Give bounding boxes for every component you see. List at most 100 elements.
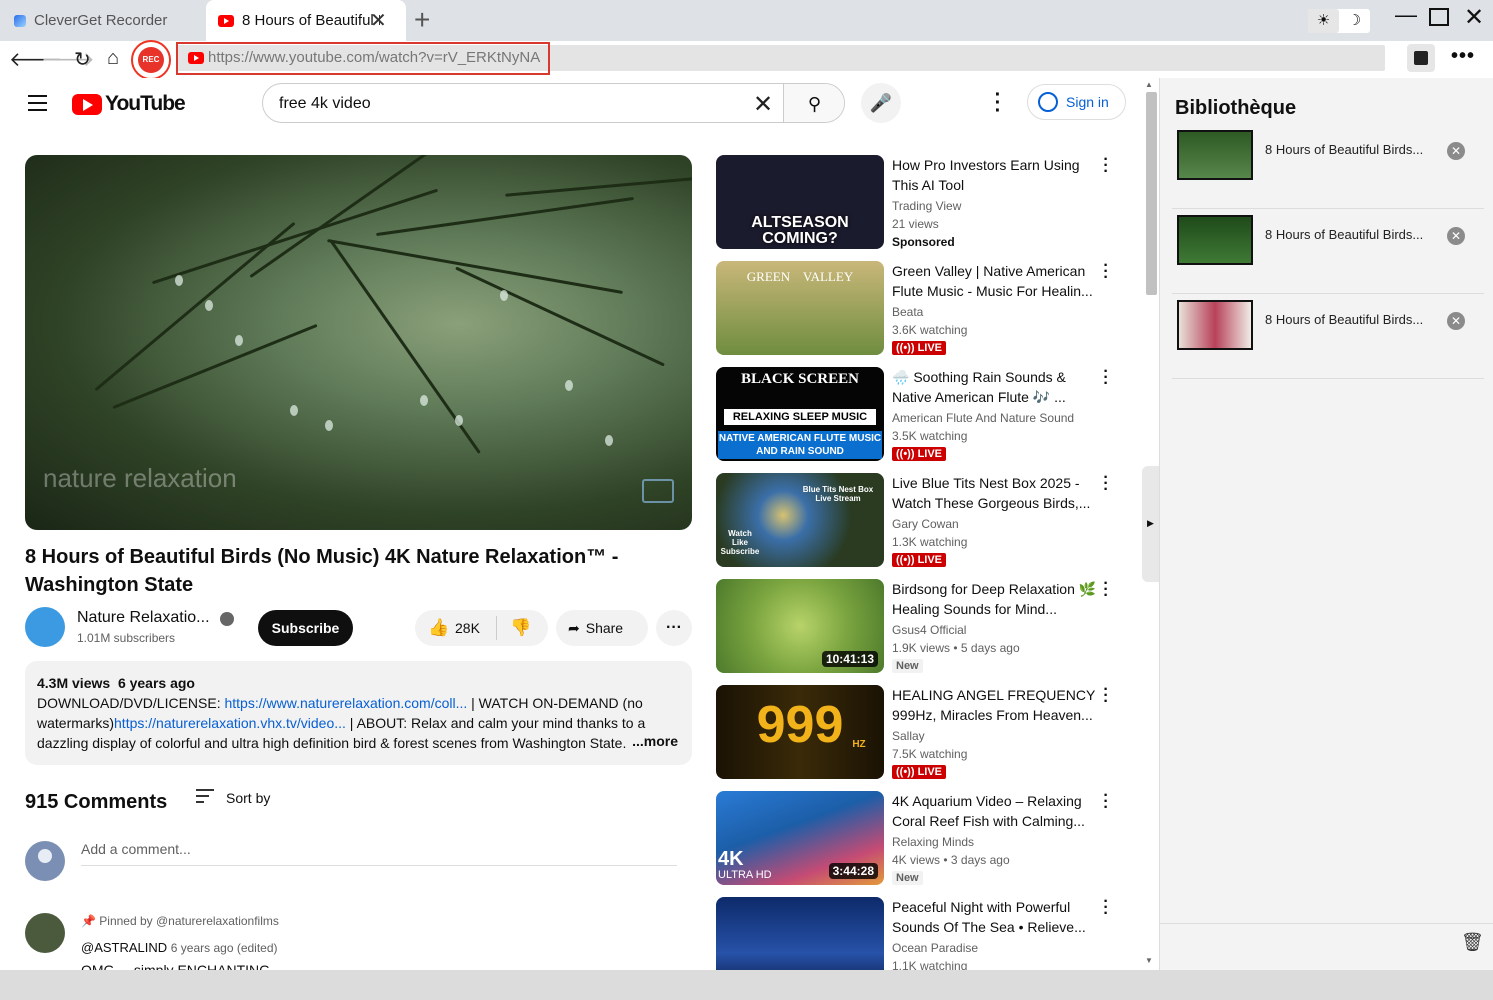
recommendation-item[interactable]: Peaceful Night with Powerful Sounds Of T… [716, 894, 1116, 970]
settings-dots-icon[interactable]: · · · [992, 85, 1004, 121]
search-box[interactable]: free 4k video ✕ ⚲ [262, 83, 845, 123]
recommendation-item[interactable]: 10:41:13 Birdsong for Deep Relaxation 🌿 … [716, 576, 1116, 675]
search-input[interactable]: free 4k video [279, 95, 371, 113]
recommendation-channel[interactable]: Gsus4 Official [892, 623, 966, 637]
like-icon[interactable]: 👍 [428, 618, 449, 638]
search-icon[interactable]: ⚲ [783, 84, 844, 122]
recommendation-item[interactable]: BLACK SCREEN RELAXING SLEEP MUSIC NATIVE… [716, 364, 1116, 463]
description-box[interactable]: 4.3M views 6 years ago DOWNLOAD/DVD/LICE… [25, 661, 692, 765]
recommendation-channel[interactable]: Beata [892, 305, 923, 319]
recommendation-title[interactable]: 4K Aquarium Video – Relaxing Coral Reef … [892, 791, 1097, 831]
library-item-title[interactable]: 8 Hours of Beautiful Birds... [1265, 227, 1423, 242]
library-item[interactable]: 8 Hours of Beautiful Birds... ✕ [1172, 294, 1484, 379]
recommendation-title[interactable]: HEALING ANGEL FREQUENCY 999Hz, Miracles … [892, 685, 1097, 725]
more-menu-icon[interactable]: ••• [1451, 45, 1475, 68]
more-icon[interactable]: · · · [1101, 258, 1111, 286]
sign-in-button[interactable]: Sign in [1027, 84, 1126, 120]
video-thumbnail[interactable]: 4K ULTRA HD 3:44:28 [716, 791, 884, 885]
desc-link-store[interactable]: https://www.naturerelaxation.com/coll... [224, 695, 467, 711]
show-more-link[interactable]: ...more [627, 731, 678, 751]
recommendation-item[interactable]: GREEN VALLEY Green Valley | Native Ameri… [716, 258, 1116, 357]
video-thumbnail[interactable]: Blue Tits Nest Box Live Stream Watch Lik… [716, 473, 884, 567]
video-thumbnail[interactable]: 10:41:13 [716, 579, 884, 673]
like-count[interactable]: 28K [455, 620, 480, 636]
more-icon[interactable]: · · · [1101, 682, 1111, 710]
home-icon[interactable]: ⌂ [107, 47, 119, 70]
video-player[interactable]: nature relaxation [25, 155, 692, 530]
desc-link-vhx[interactable]: https://naturerelaxation.vhx.tv/video... [114, 715, 346, 731]
remove-item-icon[interactable]: ✕ [1447, 312, 1465, 330]
library-item-thumbnail[interactable] [1177, 130, 1253, 180]
clear-search-icon[interactable]: ✕ [753, 90, 773, 119]
more-actions-icon[interactable]: ··· [656, 610, 692, 646]
dislike-icon[interactable]: 👎 [510, 618, 531, 638]
scroll-down-icon[interactable]: ▼ [1145, 956, 1153, 965]
recommendation-item[interactable]: ALTSEASON COMING? How Pro Investors Earn… [716, 152, 1116, 251]
comment-author[interactable]: @ASTRALIND 6 years ago (edited) [81, 940, 278, 955]
more-icon[interactable]: · · · [1101, 788, 1111, 816]
record-button[interactable]: REC [138, 47, 164, 73]
remove-item-icon[interactable]: ✕ [1447, 227, 1465, 245]
subscribe-button[interactable]: Subscribe [258, 610, 353, 646]
recommendation-title[interactable]: Green Valley | Native American Flute Mus… [892, 261, 1097, 301]
video-thumbnail[interactable]: BLACK SCREEN RELAXING SLEEP MUSIC NATIVE… [716, 367, 884, 461]
hamburger-menu-icon[interactable] [28, 95, 47, 116]
more-icon[interactable]: · · · [1101, 364, 1111, 392]
recommendation-title[interactable]: Peaceful Night with Powerful Sounds Of T… [892, 897, 1097, 937]
video-thumbnail[interactable]: 999 HZ [716, 685, 884, 779]
water-drop [175, 275, 183, 286]
reload-icon[interactable]: ↻ [74, 47, 91, 72]
recommendation-title[interactable]: Birdsong for Deep Relaxation 🌿 Healing S… [892, 579, 1097, 619]
video-thumbnail[interactable]: GREEN VALLEY [716, 261, 884, 355]
recommendation-channel[interactable]: Sallay [892, 729, 925, 743]
library-item-title[interactable]: 8 Hours of Beautiful Birds... [1265, 142, 1423, 157]
author-handle[interactable]: @ASTRALIND [81, 940, 167, 955]
maximize-icon[interactable] [1429, 8, 1449, 26]
tab-cleverget-recorder[interactable]: CleverGet Recorder [0, 0, 205, 41]
more-icon[interactable]: · · · [1101, 470, 1111, 498]
video-thumbnail[interactable]: ALTSEASON COMING? [716, 155, 884, 249]
library-item-thumbnail[interactable] [1177, 215, 1253, 265]
video-thumbnail[interactable] [716, 897, 884, 970]
library-item-title[interactable]: 8 Hours of Beautiful Birds... [1265, 312, 1423, 327]
scrollbar-thumb[interactable] [1146, 92, 1157, 295]
recommendation-item[interactable]: Blue Tits Nest Box Live Stream Watch Lik… [716, 470, 1116, 569]
recommendation-channel[interactable]: Trading View [892, 199, 961, 213]
library-item-thumbnail[interactable] [1177, 300, 1253, 350]
comment-input[interactable]: Add a comment... [81, 841, 677, 866]
more-icon[interactable]: · · · [1101, 576, 1111, 604]
recommendation-title[interactable]: 🌧️ Soothing Rain Sounds & Native America… [892, 367, 1097, 407]
recommendation-channel[interactable]: American Flute And Nature Sound [892, 411, 1074, 425]
moon-icon[interactable]: ☽ [1339, 9, 1370, 33]
recommendation-item[interactable]: 4K ULTRA HD 3:44:28 4K Aquarium Video – … [716, 788, 1116, 887]
remove-item-icon[interactable]: ✕ [1447, 142, 1465, 160]
more-icon[interactable]: · · · [1101, 894, 1111, 922]
recommendation-channel[interactable]: Relaxing Minds [892, 835, 974, 849]
sort-comments-button[interactable]: Sort by [196, 789, 270, 807]
trash-icon[interactable]: 🗑 [1461, 932, 1484, 953]
sun-icon[interactable]: ☀ [1308, 9, 1339, 33]
youtube-logo[interactable]: YouTube [72, 92, 186, 116]
collapse-panel-handle[interactable]: ▶ [1142, 466, 1159, 582]
recommendation-item[interactable]: 999 HZ HEALING ANGEL FREQUENCY 999Hz, Mi… [716, 682, 1116, 781]
new-tab-icon[interactable]: + [414, 4, 430, 36]
channel-name[interactable]: Nature Relaxatio... [77, 609, 210, 627]
library-item[interactable]: 8 Hours of Beautiful Birds... ✕ [1172, 124, 1484, 209]
recommendation-channel[interactable]: Gary Cowan [892, 517, 959, 531]
share-button[interactable]: ➦ Share [556, 610, 648, 646]
minimize-icon[interactable]: — [1395, 2, 1417, 28]
microphone-icon[interactable]: 🎤 [861, 83, 901, 123]
commenter-avatar[interactable] [25, 913, 65, 953]
download-icon[interactable] [1407, 44, 1435, 72]
channel-avatar[interactable] [25, 607, 65, 647]
close-window-icon[interactable]: ✕ [1464, 3, 1484, 32]
tab-close-icon[interactable]: ✕ [370, 8, 387, 33]
library-item[interactable]: 8 Hours of Beautiful Birds... ✕ [1172, 209, 1484, 294]
recommendation-channel[interactable]: Ocean Paradise [892, 941, 978, 955]
more-icon[interactable]: · · · [1101, 152, 1111, 180]
recommendation-title[interactable]: How Pro Investors Earn Using This AI Too… [892, 155, 1097, 195]
water-drop [205, 300, 213, 311]
theme-toggle[interactable]: ☀ ☽ [1308, 9, 1370, 33]
recommendation-title[interactable]: Live Blue Tits Nest Box 2025 - Watch The… [892, 473, 1097, 513]
scroll-up-icon[interactable]: ▲ [1145, 80, 1153, 89]
